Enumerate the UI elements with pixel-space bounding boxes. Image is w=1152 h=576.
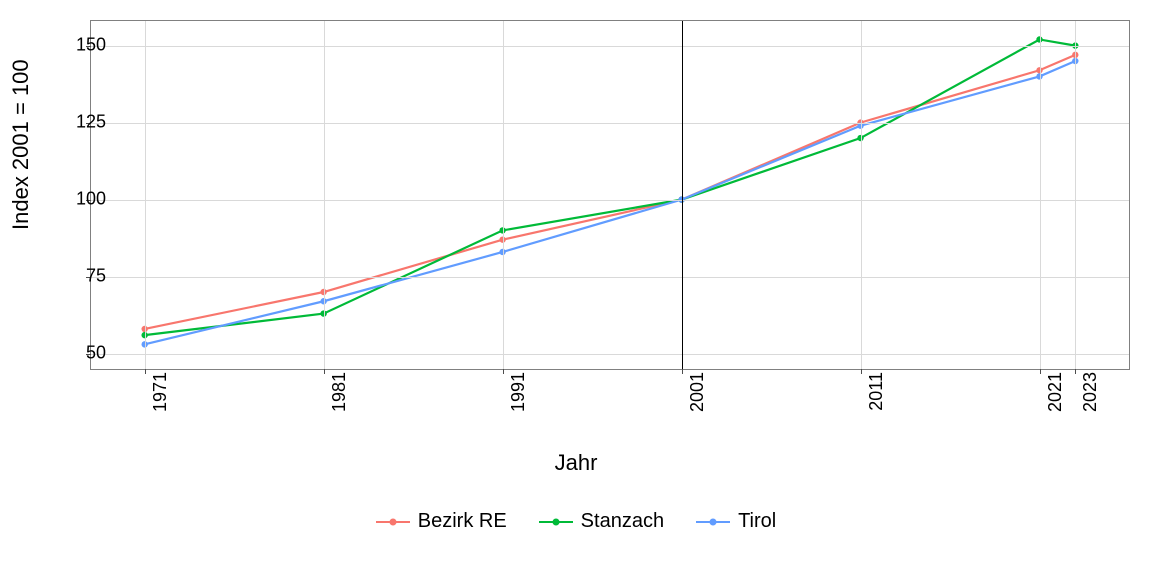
y-axis-label: Index 2001 = 100 [8,59,34,230]
legend-swatch [376,513,410,531]
legend-label: Stanzach [581,510,664,533]
tick-mark-x [1040,369,1041,374]
chart-container: Index 2001 = 100 Jahr Bezirk RE Stanzach T… [0,0,1152,576]
y-tick-label: 100 [56,188,106,209]
tick-mark-x [145,369,146,374]
gridline-v [1075,21,1076,369]
tick-mark-x [682,369,683,374]
gridline-h [91,200,1129,201]
x-tick-label: 2023 [1080,372,1101,432]
series-svg [91,21,1129,369]
gridline-h [91,46,1129,47]
gridline-v [145,21,146,369]
legend-item: Stanzach [539,510,664,533]
tick-mark-x [861,369,862,374]
reference-line-2001 [682,21,684,369]
y-tick-label: 50 [56,342,106,363]
tick-mark-x [324,369,325,374]
gridline-v [1040,21,1041,369]
series-line [145,61,1076,344]
legend-swatch [539,513,573,531]
series-line [145,39,1076,335]
legend-label: Tirol [738,510,776,533]
x-tick-label: 1981 [329,372,350,432]
x-tick-label: 1971 [150,372,171,432]
legend: Bezirk RE Stanzach Tirol [0,510,1152,533]
gridline-h [91,277,1129,278]
plot-area [90,20,1130,370]
gridline-h [91,354,1129,355]
legend-item: Bezirk RE [376,510,507,533]
y-tick-label: 150 [56,34,106,55]
x-tick-label: 2011 [866,372,887,432]
y-tick-label: 125 [56,111,106,132]
gridline-h [91,123,1129,124]
x-tick-label: 1991 [508,372,529,432]
tick-mark-x [1075,369,1076,374]
gridline-v [324,21,325,369]
x-axis-label: Jahr [0,450,1152,476]
legend-item: Tirol [696,510,776,533]
x-tick-label: 2021 [1045,372,1066,432]
tick-mark-x [503,369,504,374]
gridline-v [503,21,504,369]
gridline-v [861,21,862,369]
legend-label: Bezirk RE [418,510,507,533]
x-tick-label: 2001 [687,372,708,432]
y-tick-label: 75 [56,265,106,286]
legend-swatch [696,513,730,531]
